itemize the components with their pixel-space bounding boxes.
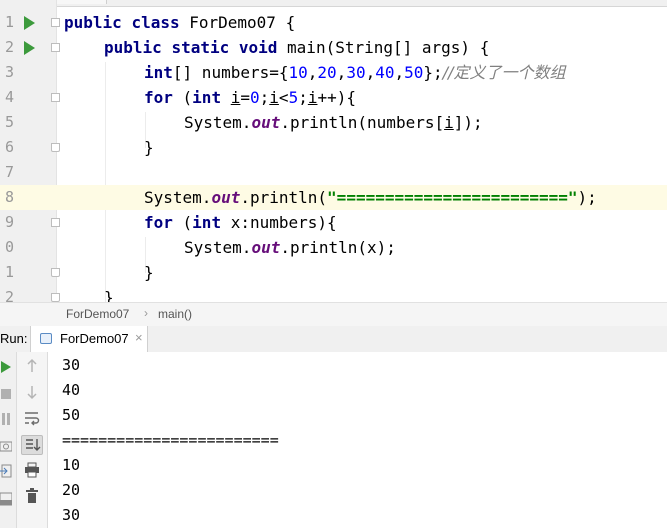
fold-icon[interactable] [51, 43, 60, 52]
line-number: 2 [4, 288, 14, 302]
code-text: System.out.println("====================… [144, 188, 597, 207]
fold-icon[interactable] [51, 143, 60, 152]
pause-icon[interactable] [0, 412, 12, 426]
line-number: 8 [4, 188, 14, 206]
run-tab[interactable]: ForDemo07 × [30, 326, 148, 352]
run-gutter-icon[interactable] [24, 16, 35, 30]
fold-icon[interactable] [51, 293, 60, 302]
code-line: 9 for (int x:numbers){ [0, 210, 667, 235]
run-gutter-icon[interactable] [24, 41, 35, 55]
code-line: 1 } [0, 260, 667, 285]
console-line: 10 [62, 456, 81, 474]
breadcrumb-class[interactable]: ForDemo07 [66, 307, 129, 321]
console-line: 50 [62, 406, 81, 424]
run-tool-window-header: Run: ForDemo07 × [0, 326, 667, 353]
code-text: } [104, 288, 114, 302]
code-text: public static void main(String[] args) { [104, 38, 490, 57]
run-tab-title: ForDemo07 [60, 331, 129, 346]
line-number: 0 [4, 238, 14, 256]
code-line: 0 System.out.println(x); [0, 235, 667, 260]
console-line: 30 [62, 356, 81, 374]
code-line: 3 int[] numbers={10,20,30,40,50};//定义了一个… [0, 60, 667, 85]
editor-tab-strip [0, 0, 667, 7]
layout-icon[interactable] [0, 492, 13, 506]
console-output[interactable]: 30 40 50 ======================== 10 20 … [48, 352, 667, 528]
scroll-to-end-icon[interactable] [21, 435, 43, 455]
run-left-toolbar [0, 352, 17, 528]
line-number: 7 [4, 163, 14, 181]
console-line: 40 [62, 381, 81, 399]
line-number: 5 [4, 113, 14, 131]
breadcrumb-method[interactable]: main() [158, 307, 192, 321]
breadcrumb-separator: › [144, 306, 148, 320]
code-line: 2 } [0, 285, 667, 302]
code-line-current: 8 System.out.println("==================… [0, 185, 667, 210]
code-comment: //定义了一个数组 [442, 63, 566, 82]
line-number: 9 [4, 213, 14, 231]
code-line: 6 } [0, 135, 667, 160]
line-number: 4 [4, 88, 14, 106]
console-toolbar [17, 352, 48, 528]
code-text: System.out.println(numbers[i]); [184, 113, 483, 132]
fold-icon[interactable] [51, 268, 60, 277]
code-line: 5 System.out.println(numbers[i]); [0, 110, 667, 135]
fold-icon[interactable] [51, 18, 60, 27]
console-line: 30 [62, 506, 81, 524]
code-text: } [144, 263, 154, 282]
code-line: 7 [0, 160, 667, 185]
code-text: public class ForDemo07 { [64, 13, 296, 32]
run-config-icon [40, 333, 52, 344]
print-icon[interactable] [24, 462, 40, 478]
close-icon[interactable]: × [135, 330, 143, 345]
trash-icon[interactable] [25, 488, 39, 504]
code-text: int[] numbers={10,20,30,40,50};//定义了一个数组 [144, 63, 566, 82]
code-text: System.out.println(x); [184, 238, 396, 257]
code-text: } [144, 138, 154, 157]
code-line: 2 public static void main(String[] args)… [0, 35, 667, 60]
code-editor[interactable]: 1 public class ForDemo07 { 2 public stat… [0, 0, 667, 302]
up-arrow-icon[interactable] [25, 358, 39, 374]
rerun-icon[interactable] [0, 360, 12, 374]
line-number: 1 [4, 263, 14, 281]
code-text: for (int x:numbers){ [144, 213, 337, 232]
fold-icon[interactable] [51, 93, 60, 102]
breadcrumb: ForDemo07 › main() [0, 302, 667, 327]
code-line: 4 for (int i=0;i<5;i++){ [0, 85, 667, 110]
code-text: for (int i=0;i<5;i++){ [144, 88, 357, 107]
stop-icon[interactable] [0, 388, 12, 400]
soft-wrap-icon[interactable] [23, 410, 41, 426]
run-label: Run: [0, 331, 28, 346]
console-line: ======================== [62, 431, 279, 449]
line-number: 2 [4, 38, 14, 56]
down-arrow-icon[interactable] [25, 384, 39, 400]
fold-icon[interactable] [51, 218, 60, 227]
line-number: 6 [4, 138, 14, 156]
line-number: 3 [4, 63, 14, 81]
code-line: 1 public class ForDemo07 { [0, 10, 667, 35]
console-line: 20 [62, 481, 81, 499]
camera-icon[interactable] [0, 438, 13, 452]
login-icon[interactable] [0, 464, 12, 478]
line-number: 1 [4, 13, 14, 31]
